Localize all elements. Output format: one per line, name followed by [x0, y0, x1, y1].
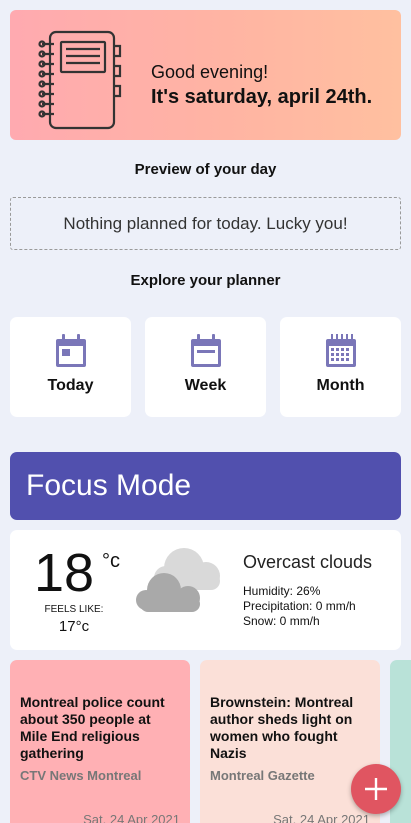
week-button[interactable]: Week: [145, 317, 266, 417]
calendar-month-icon: [325, 334, 356, 367]
calendar-day-icon: [55, 334, 86, 367]
news-source: Montreal Gazette: [210, 768, 315, 783]
week-label: Week: [184, 377, 227, 394]
greeting-header: Good evening! It's saturday, april 24th.: [10, 10, 401, 140]
snow-text: Snow: 0 mm/h: [243, 614, 320, 628]
weather-card: 18 °c FEELS LIKE: 17°c Overcast clouds H…: [10, 530, 401, 650]
explore-title: Explore your planner: [130, 272, 281, 289]
plus-icon: [365, 778, 387, 800]
feels-like-value: 17°c: [58, 618, 90, 635]
add-button[interactable]: [351, 764, 401, 814]
news-card[interactable]: Montreal police count about 350 people a…: [10, 660, 190, 823]
temperature-value: 18: [34, 543, 95, 603]
news-headline: Montreal police count about 350 people a…: [20, 694, 165, 761]
focus-mode-button[interactable]: Focus Mode: [10, 452, 401, 520]
temperature-unit: °c: [102, 550, 120, 572]
empty-preview-message: Nothing planned for today. Lucky you!: [63, 213, 348, 233]
planner-notebook-icon: [38, 30, 122, 130]
news-date: Sat, 24 Apr 2021: [273, 812, 370, 823]
month-button[interactable]: Month: [280, 317, 401, 417]
calendar-week-icon: [190, 334, 221, 367]
date-heading: It's saturday, april 24th.: [151, 86, 373, 108]
news-source: CTV News Montreal: [20, 768, 142, 783]
today-button[interactable]: Today: [10, 317, 131, 417]
day-preview-box: Nothing planned for today. Lucky you!: [10, 197, 401, 250]
humidity-text: Humidity: 26%: [243, 584, 321, 598]
month-label: Month: [316, 377, 365, 394]
greeting-text: Good evening!: [151, 62, 269, 82]
focus-mode-label: Focus Mode: [26, 469, 192, 502]
weather-condition: Overcast clouds: [243, 552, 373, 572]
feels-like-label: FEELS LIKE:: [44, 604, 104, 615]
news-date: Sat, 24 Apr 2021: [83, 812, 180, 823]
cloud-icon: [136, 548, 220, 612]
today-label: Today: [47, 377, 94, 394]
news-headline: Brownstein: Montreal author sheds light …: [210, 694, 354, 761]
preview-title: Preview of your day: [134, 161, 277, 178]
precipitation-text: Precipitation: 0 mm/h: [243, 599, 356, 613]
